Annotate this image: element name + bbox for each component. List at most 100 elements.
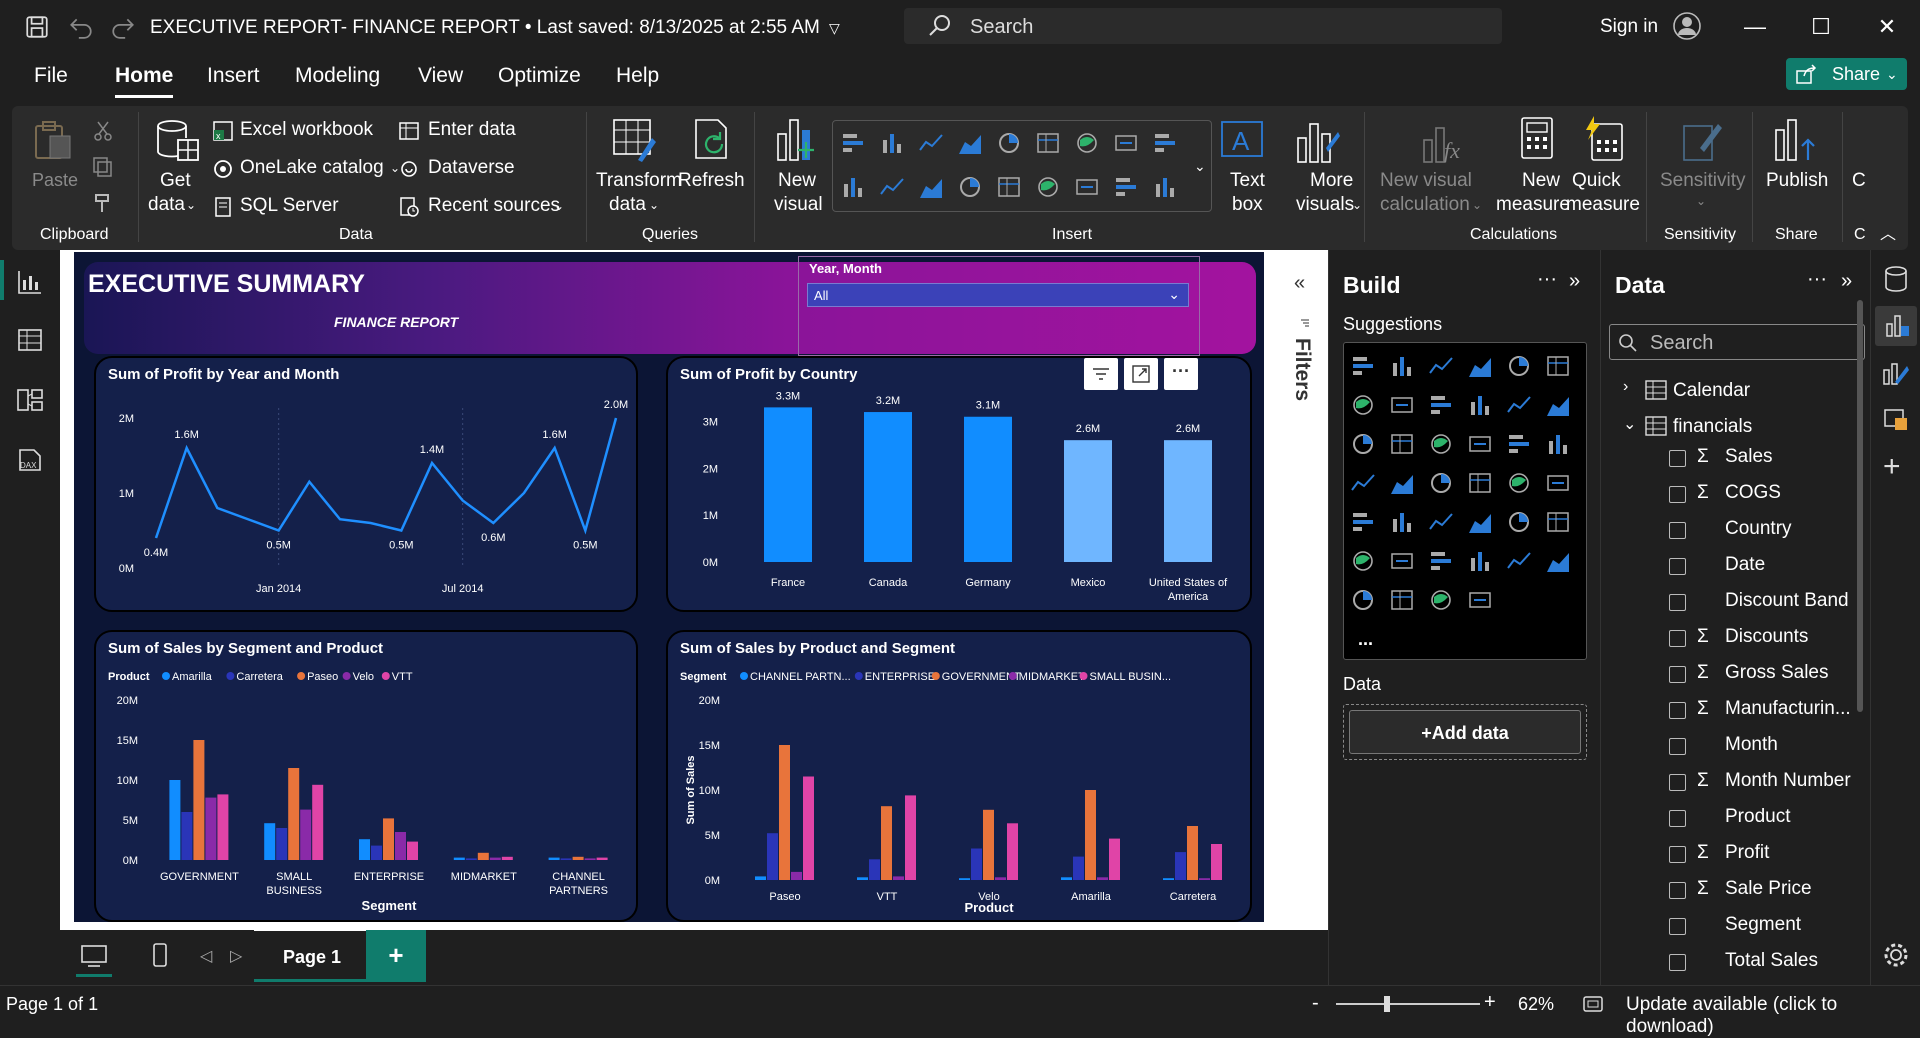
quick-measure-icon[interactable]: [1584, 116, 1626, 162]
new-visual-calculation-line2[interactable]: calculation: [1380, 194, 1470, 216]
more-suggestions-icon[interactable]: ...: [1358, 629, 1373, 650]
dataverse-button[interactable]: Dataverse: [428, 157, 515, 179]
visual-type-icon[interactable]: [1389, 431, 1415, 457]
visual-type-icon[interactable]: [879, 130, 905, 156]
field-discount-band[interactable]: Discount Band: [1725, 590, 1849, 612]
visual-type-icon[interactable]: [1389, 548, 1415, 574]
paste-icon[interactable]: [30, 118, 74, 162]
sales-by-segment-visual[interactable]: Sum of Sales by Segment and Product 0M 5M…: [94, 630, 638, 922]
transform-data-line2[interactable]: data: [609, 194, 646, 216]
more-visuals-icon[interactable]: [1296, 118, 1340, 164]
dax-query-view-icon[interactable]: DAX: [16, 446, 44, 474]
field-checkbox[interactable]: [1669, 738, 1686, 755]
table-financials[interactable]: financials: [1673, 416, 1752, 438]
bookmarks-pane-icon[interactable]: [1881, 406, 1911, 436]
new-measure-icon[interactable]: [1520, 116, 1556, 162]
field-checkbox[interactable]: [1669, 846, 1686, 863]
desktop-layout-button[interactable]: [76, 940, 112, 977]
more-options-icon[interactable]: ···: [1807, 268, 1827, 291]
field-checkbox[interactable]: [1669, 882, 1686, 899]
get-data-line2[interactable]: data: [148, 194, 185, 216]
table-calendar[interactable]: Calendar: [1673, 380, 1750, 402]
visual-type-icon[interactable]: [918, 174, 944, 200]
visual-type-icon[interactable]: [1467, 548, 1493, 574]
field-checkbox[interactable]: [1669, 702, 1686, 719]
document-title[interactable]: EXECUTIVE REPORT- FINANCE REPORT • Last …: [150, 17, 840, 39]
share-button[interactable]: Share ⌄: [1786, 58, 1907, 90]
fit-to-page-icon[interactable]: [1582, 994, 1604, 1014]
visual-type-icon[interactable]: [1350, 548, 1376, 574]
chevron-down-icon[interactable]: ⌄: [554, 199, 564, 213]
visual-type-icon[interactable]: [1467, 353, 1493, 379]
year-month-slicer[interactable]: Year, Month All ⌄: [798, 256, 1200, 356]
refresh-icon[interactable]: [692, 118, 736, 164]
visual-type-icon[interactable]: [1152, 130, 1178, 156]
field-discounts[interactable]: Discounts: [1725, 626, 1808, 648]
expand-filters-icon[interactable]: «: [1294, 272, 1305, 295]
field-checkbox[interactable]: [1669, 522, 1686, 539]
menu-modeling[interactable]: Modeling: [295, 64, 380, 88]
more-visuals-line1[interactable]: More: [1310, 170, 1353, 192]
visual-type-icon[interactable]: [1545, 392, 1571, 418]
data-search-input[interactable]: Search: [1609, 324, 1865, 360]
format-painter-icon[interactable]: [92, 192, 114, 214]
visual-type-icon[interactable]: [1506, 548, 1532, 574]
report-view-icon[interactable]: [16, 268, 44, 296]
settings-gear-icon[interactable]: [1881, 940, 1911, 970]
profit-by-month-visual[interactable]: Sum of Profit by Year and Month 0M 1M 2M Ja…: [94, 356, 638, 612]
collapse-pane-icon[interactable]: »: [1569, 270, 1580, 293]
field-date[interactable]: Date: [1725, 554, 1765, 576]
menu-file[interactable]: File: [34, 64, 68, 88]
transform-data-icon[interactable]: [612, 118, 656, 164]
field-total-sales[interactable]: Total Sales: [1725, 950, 1818, 972]
field-sales[interactable]: Sales: [1725, 446, 1773, 468]
visual-type-icon[interactable]: [879, 174, 905, 200]
new-visual-line1[interactable]: New: [778, 170, 816, 192]
visual-type-icon[interactable]: [1350, 470, 1376, 496]
field-sale-price[interactable]: Sale Price: [1725, 878, 1812, 900]
field-month[interactable]: Month: [1725, 734, 1778, 756]
menu-insert[interactable]: Insert: [207, 64, 260, 88]
visual-type-icon[interactable]: [1389, 392, 1415, 418]
redo-icon[interactable]: [110, 14, 136, 40]
visual-type-icon[interactable]: [1035, 174, 1061, 200]
visual-type-icon[interactable]: [1467, 392, 1493, 418]
visual-type-icon[interactable]: [918, 130, 944, 156]
onelake-catalog-button[interactable]: OneLake catalog: [240, 157, 384, 179]
visual-type-icon[interactable]: [1428, 353, 1454, 379]
copy-icon[interactable]: [92, 156, 114, 178]
visual-type-icon[interactable]: [1545, 470, 1571, 496]
add-data-button[interactable]: +Add data: [1349, 710, 1581, 754]
visual-type-icon[interactable]: [1506, 431, 1532, 457]
undo-icon[interactable]: [68, 14, 94, 40]
visual-type-icon[interactable]: [996, 130, 1022, 156]
visual-type-icon[interactable]: [1113, 130, 1139, 156]
field-cogs[interactable]: COGS: [1725, 482, 1781, 504]
visual-type-icon[interactable]: [1152, 174, 1178, 200]
menu-optimize[interactable]: Optimize: [498, 64, 581, 88]
format-pane-icon[interactable]: [1881, 358, 1911, 388]
refresh-button[interactable]: Refresh: [678, 170, 745, 192]
sensitivity-icon[interactable]: [1682, 118, 1722, 162]
build-pane-toggle[interactable]: [1875, 306, 1917, 346]
get-data-line1[interactable]: Get: [160, 170, 191, 192]
visual-type-icon[interactable]: [1350, 587, 1376, 613]
field-checkbox[interactable]: [1669, 666, 1686, 683]
field-country[interactable]: Country: [1725, 518, 1792, 540]
zoom-slider-thumb[interactable]: [1384, 996, 1390, 1012]
cut-icon[interactable]: [92, 120, 114, 142]
filter-visual-button[interactable]: [1084, 358, 1118, 390]
visual-type-icon[interactable]: [1545, 548, 1571, 574]
field-checkbox[interactable]: [1669, 774, 1686, 791]
data-pane-scrollbar[interactable]: [1857, 300, 1863, 712]
field-checkbox[interactable]: [1669, 594, 1686, 611]
search-box[interactable]: Search: [904, 8, 1502, 44]
field-manufacturin-[interactable]: Manufacturin...: [1725, 698, 1851, 720]
visual-type-icon[interactable]: [840, 174, 866, 200]
visual-type-icon[interactable]: [1545, 353, 1571, 379]
field-profit[interactable]: Profit: [1725, 842, 1769, 864]
visual-type-icon[interactable]: [1428, 392, 1454, 418]
visual-type-icon[interactable]: [1350, 353, 1376, 379]
visual-type-icon[interactable]: [1467, 587, 1493, 613]
focus-mode-button[interactable]: [1124, 358, 1158, 390]
